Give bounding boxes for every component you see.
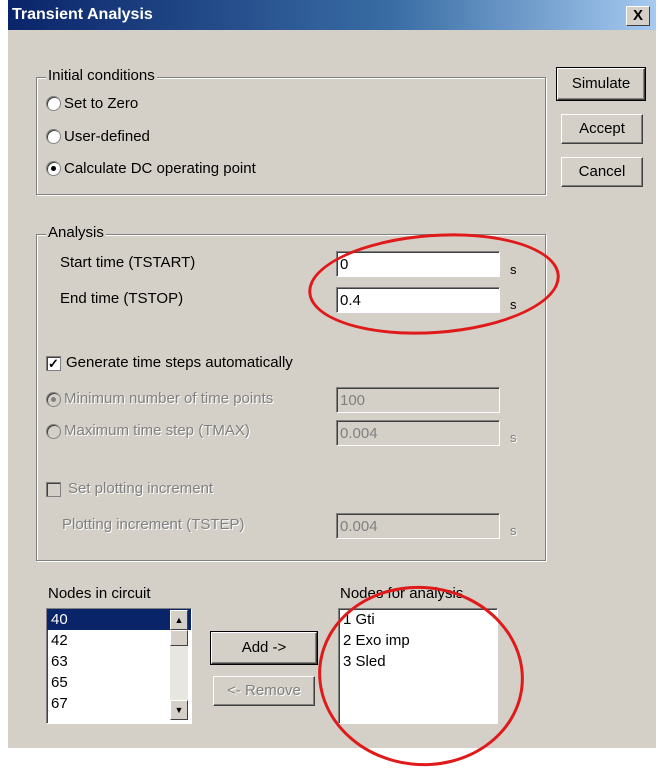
auto-steps-label: Generate time steps automatically — [66, 354, 293, 371]
radio-user-defined[interactable] — [46, 129, 61, 144]
end-time-label: End time (TSTOP) — [60, 290, 184, 307]
min-points-input[interactable]: 100 — [336, 387, 500, 413]
cancel-button[interactable]: Cancel — [561, 157, 643, 187]
scroll-thumb[interactable] — [170, 630, 188, 646]
initial-conditions-legend: Initial conditions — [46, 67, 157, 84]
transient-analysis-dialog: Transient Analysis X Simulate Accept Can… — [8, 0, 656, 776]
list-item[interactable]: 2 Exo imp — [339, 630, 497, 651]
plot-increment-input[interactable]: 0.004 — [336, 513, 500, 539]
plot-increment-check-label: Set plotting increment — [68, 480, 214, 497]
radio-label-user-defined: User-defined — [64, 128, 150, 145]
start-time-unit: s — [510, 262, 517, 277]
radio-set-to-zero[interactable] — [46, 96, 61, 111]
dialog-title: Transient Analysis — [12, 6, 153, 23]
plot-increment-unit: s — [510, 523, 517, 538]
plot-increment-label: Plotting increment (TSTEP) — [62, 516, 245, 533]
title-bar[interactable]: Transient Analysis X — [8, 0, 656, 30]
accept-button[interactable]: Accept — [561, 114, 643, 144]
list-item[interactable]: 1 Gti — [339, 609, 497, 630]
add-button[interactable]: Add -> — [210, 631, 318, 665]
end-time-input[interactable]: 0.4 — [336, 287, 500, 313]
min-points-label: Minimum number of time points — [64, 390, 274, 407]
radio-label-set-to-zero: Set to Zero — [64, 95, 139, 112]
nodes-list-scrollbar[interactable]: ▲ ▼ — [170, 610, 188, 720]
max-step-input[interactable]: 0.004 — [336, 420, 500, 446]
radio-max-step[interactable] — [46, 424, 61, 439]
max-step-label: Maximum time step (TMAX) — [64, 422, 250, 439]
analysis-legend: Analysis — [46, 224, 106, 241]
plot-increment-checkbox[interactable] — [46, 482, 61, 497]
scroll-down-icon[interactable]: ▼ — [170, 700, 188, 720]
nodes-in-circuit-label: Nodes in circuit — [48, 585, 151, 602]
radio-calculate-dc[interactable] — [46, 161, 61, 176]
auto-steps-checkbox[interactable]: ✓ — [46, 356, 61, 371]
end-time-unit: s — [510, 297, 517, 312]
radio-min-points[interactable] — [46, 392, 61, 407]
max-step-unit: s — [510, 430, 517, 445]
list-item[interactable]: 3 Sled — [339, 651, 497, 672]
start-time-input[interactable]: 0 — [336, 251, 500, 277]
close-button[interactable]: X — [626, 6, 650, 26]
radio-label-calculate-dc: Calculate DC operating point — [64, 160, 256, 177]
remove-button[interactable]: <- Remove — [213, 676, 315, 706]
start-time-label: Start time (TSTART) — [60, 254, 196, 271]
nodes-for-analysis-list[interactable]: 1 Gti 2 Exo imp 3 Sled — [338, 608, 498, 724]
simulate-button[interactable]: Simulate — [556, 67, 646, 101]
scroll-up-icon[interactable]: ▲ — [170, 610, 188, 630]
nodes-for-analysis-label: Nodes for analysis — [340, 585, 464, 602]
